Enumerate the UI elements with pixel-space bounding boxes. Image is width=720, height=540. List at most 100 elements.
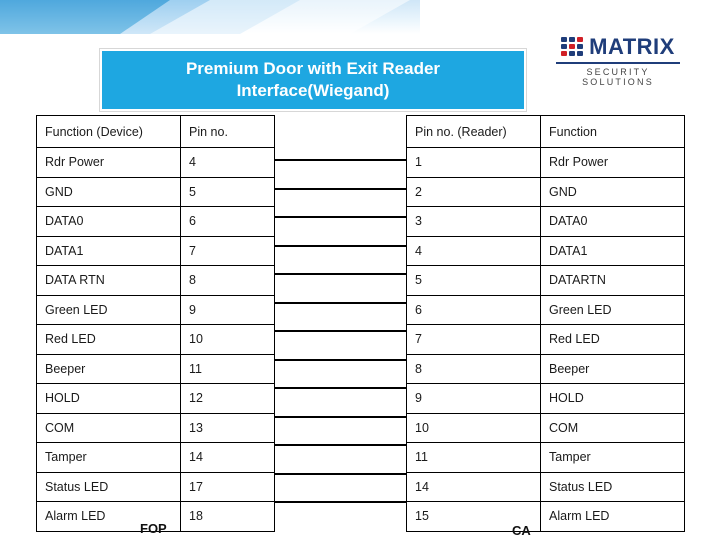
table-cell-2: Rdr Power (540, 147, 685, 178)
table-cell-2: 4 (180, 147, 275, 178)
wire-line (274, 159, 406, 162)
table-header-row: Pin no. (Reader) Function (406, 115, 685, 148)
table-header-row: Function (Device) Pin no. (36, 115, 275, 148)
table-row: 4 DATA1 (406, 235, 685, 266)
table-row: Green LED 9 (36, 294, 275, 325)
logo-divider (556, 62, 680, 64)
table-row: 8 Beeper (406, 353, 685, 384)
table-cell-2: Green LED (540, 294, 685, 325)
table-cell-1: 1 (406, 147, 541, 178)
table-cell-2: Red LED (540, 324, 685, 355)
table-cell-1: 9 (406, 383, 541, 414)
table-row: COM 13 (36, 412, 275, 443)
table-cell-2: DATA0 (540, 206, 685, 237)
table-row: Tamper 14 (36, 442, 275, 473)
table-cell-2: Beeper (540, 353, 685, 384)
slide-title-box: Premium Door with Exit Reader Interface(… (100, 49, 526, 111)
table-cell-1: 8 (406, 353, 541, 384)
logo-wordmark: MATRIX (589, 34, 675, 59)
table-row: 11 Tamper (406, 442, 685, 473)
table-cell-2: 10 (180, 324, 275, 355)
table-row: 7 Red LED (406, 324, 685, 355)
table-cell-1: 2 (406, 176, 541, 207)
wire-line (274, 301, 406, 304)
page-title-line1: Premium Door with Exit Reader (185, 59, 441, 78)
table-cell-1: Rdr Power (36, 147, 181, 178)
table-row: 5 DATARTN (406, 265, 685, 296)
table-cell-1: 5 (406, 265, 541, 296)
table-cell-2: 6 (180, 206, 275, 237)
table-cell-2: 5 (180, 176, 275, 207)
table-cell-1: DATA0 (36, 206, 181, 237)
table-cell-2: 8 (180, 265, 275, 296)
logo-row: MATRIX (552, 34, 684, 60)
table-cell-1: 14 (406, 471, 541, 502)
wire-line (274, 472, 406, 475)
wire-line (274, 187, 406, 190)
wire-line (274, 273, 406, 276)
table-cell-1: 7 (406, 324, 541, 355)
table-row: Beeper 11 (36, 353, 275, 384)
table-row: 3 DATA0 (406, 206, 685, 237)
table-row: 14 Status LED (406, 471, 685, 502)
device-table-body: Function (Device) Pin no. Rdr Power 4 GND 5 DA… (36, 115, 275, 532)
table-cell-1: Red LED (36, 324, 181, 355)
table-cell-2: 17 (180, 471, 275, 502)
table-cell-2: HOLD (540, 383, 685, 414)
wire-line (274, 330, 406, 333)
table-cell-2: COM (540, 412, 685, 443)
matrix-dot-grid-logo-icon (561, 37, 584, 57)
table-cell-2: 14 (180, 442, 275, 473)
table-cell-2: GND (540, 176, 685, 207)
wiring-diagram (274, 115, 406, 525)
table-row: DATA1 7 (36, 235, 275, 266)
wire-line (274, 501, 406, 504)
device-pin-table: Function (Device) Pin no. Rdr Power 4 GND 5 DA… (36, 115, 275, 532)
table-row: 15 Alarm LED (406, 501, 685, 532)
reader-pin-table: Pin no. (Reader) Function 1 Rdr Power 2 GND 3 D… (406, 115, 685, 532)
wire-line (274, 216, 406, 219)
table-cell-1: 10 (406, 412, 541, 443)
table-row: 6 Green LED (406, 294, 685, 325)
header-decorative-band (0, 0, 720, 34)
wire-line (274, 415, 406, 418)
table-row: HOLD 12 (36, 383, 275, 414)
table-cell-2: Alarm LED (540, 501, 685, 532)
table-row: 2 GND (406, 176, 685, 207)
table-cell-2: 18 (180, 501, 275, 532)
table-cell-1: COM (36, 412, 181, 443)
table-cell-1: 6 (406, 294, 541, 325)
table-header-cell-1: Pin no. (Reader) (406, 115, 541, 148)
table-cell-1: DATA RTN (36, 265, 181, 296)
table-cell-1: Tamper (36, 442, 181, 473)
table-cell-1: Status LED (36, 471, 181, 502)
table-cell-2: DATARTN (540, 265, 685, 296)
table-cell-1: GND (36, 176, 181, 207)
caption-right: CA (512, 523, 531, 538)
reader-table-body: Pin no. (Reader) Function 1 Rdr Power 2 GND 3 D… (406, 115, 685, 532)
table-row: Red LED 10 (36, 324, 275, 355)
table-cell-1: 11 (406, 442, 541, 473)
page-title-line2: Interface(Wiegand) (236, 81, 390, 100)
table-cell-1: Green LED (36, 294, 181, 325)
table-cell-2: Status LED (540, 471, 685, 502)
wire-line (274, 444, 406, 447)
table-header-cell-2: Pin no. (180, 115, 275, 148)
table-cell-2: 13 (180, 412, 275, 443)
table-header-cell-1: Function (Device) (36, 115, 181, 148)
table-cell-2: 7 (180, 235, 275, 266)
table-row: 1 Rdr Power (406, 147, 685, 178)
table-cell-1: Beeper (36, 353, 181, 384)
table-row: DATA RTN 8 (36, 265, 275, 296)
table-cell-2: DATA1 (540, 235, 685, 266)
table-cell-2: 9 (180, 294, 275, 325)
table-cell-1: 3 (406, 206, 541, 237)
table-row: 10 COM (406, 412, 685, 443)
table-header-cell-2: Function (540, 115, 685, 148)
wire-line (274, 358, 406, 361)
table-row: 9 HOLD (406, 383, 685, 414)
matrix-logo: MATRIX SECURITY SOLUTIONS (552, 34, 684, 87)
table-cell-1: DATA1 (36, 235, 181, 266)
table-cell-1: HOLD (36, 383, 181, 414)
table-cell-1: 4 (406, 235, 541, 266)
